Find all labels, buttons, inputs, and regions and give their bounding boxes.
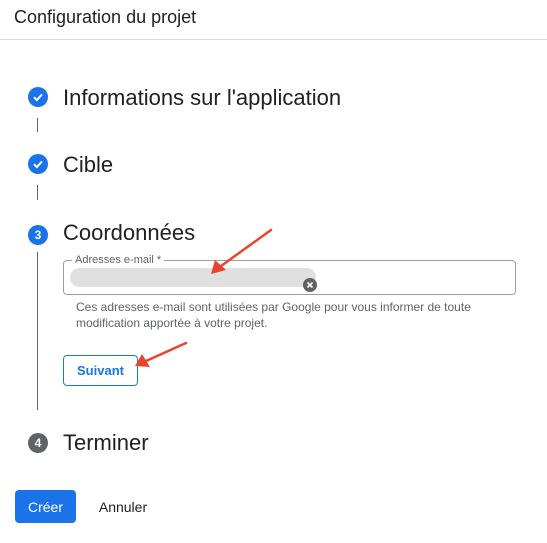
step-1-title: Informations sur l'application xyxy=(63,85,342,110)
step-2-title: Cible xyxy=(63,152,114,177)
step-4-number-badge: 4 xyxy=(28,433,48,453)
project-setup-page: Configuration du projet Informations sur… xyxy=(0,0,547,543)
step-1-check-icon xyxy=(28,87,48,107)
step-2-check-icon xyxy=(28,154,48,174)
next-button[interactable]: Suivant xyxy=(63,355,138,386)
header: Configuration du projet xyxy=(0,0,547,40)
annotation-arrow-next xyxy=(135,341,188,367)
step-connector xyxy=(37,252,38,410)
email-field-label: Adresses e-mail * xyxy=(72,254,165,266)
email-help-text: Ces adresses e-mail sont utilisées par G… xyxy=(76,300,471,330)
email-chip[interactable] xyxy=(70,268,317,292)
step-connector xyxy=(37,118,38,132)
step-connector xyxy=(37,185,38,200)
email-field[interactable]: Adresses e-mail * xyxy=(63,254,516,295)
page-title: Configuration du projet xyxy=(14,7,197,27)
cancel-button[interactable]: Annuler xyxy=(88,490,158,523)
step-4-title: Terminer xyxy=(63,430,149,455)
clear-icon[interactable] xyxy=(303,278,317,292)
create-button[interactable]: Créer xyxy=(15,490,76,523)
step-3-number-badge: 3 xyxy=(28,225,48,245)
step-3-title: Coordonnées xyxy=(63,220,196,245)
